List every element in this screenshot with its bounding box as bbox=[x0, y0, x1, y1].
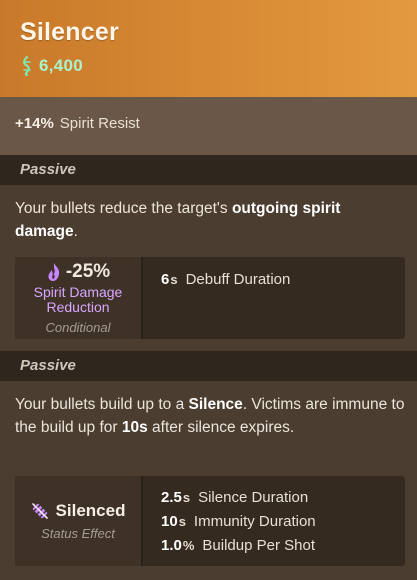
effect-properties: 6s Debuff Duration bbox=[161, 268, 290, 292]
silenced-icon bbox=[31, 503, 48, 519]
property-unit: s bbox=[170, 272, 178, 287]
spirit-flame-icon bbox=[48, 263, 59, 281]
effect-value-row: -25% bbox=[46, 261, 110, 283]
effect-properties: 2.5s Silence Duration 10s Immunity Duratio… bbox=[161, 486, 316, 558]
property-unit: s bbox=[182, 490, 191, 505]
property-label: Silence Duration bbox=[198, 489, 309, 506]
effect-name: Silenced bbox=[55, 501, 126, 520]
item-tooltip: Silencer 6,400 +14% Spirit Resist Passive… bbox=[0, 0, 417, 580]
desc-text: after silence expires. bbox=[147, 419, 295, 436]
passive-effect-box-1: -25% Spirit Damage Reduction Conditional… bbox=[15, 257, 405, 339]
property-value: 10 bbox=[161, 513, 178, 530]
desc-highlight: Silence bbox=[188, 396, 243, 413]
price-value: 6,400 bbox=[39, 56, 84, 75]
item-title: Silencer bbox=[20, 18, 119, 46]
desc-text: . bbox=[73, 223, 78, 240]
property-unit: s bbox=[178, 514, 186, 529]
stat-spirit-resist: +14% Spirit Resist bbox=[15, 115, 140, 132]
effect-panel: -25% Spirit Damage Reduction Conditional bbox=[15, 257, 143, 339]
property-silence-duration: 2.5s Silence Duration bbox=[161, 486, 316, 510]
passive-header-1: Passive bbox=[0, 155, 417, 185]
item-header: Silencer 6,400 bbox=[0, 0, 417, 97]
passive-description-2: Your bullets build up to a Silence. Vict… bbox=[15, 393, 405, 439]
effect-panel: Silenced Status Effect bbox=[15, 476, 143, 566]
desc-text: Your bullets build up to a bbox=[15, 396, 189, 413]
property-debuff-duration: 6s Debuff Duration bbox=[161, 268, 290, 292]
property-immunity-duration: 10s Immunity Duration bbox=[161, 510, 316, 534]
stat-row: +14% Spirit Resist bbox=[0, 97, 417, 155]
souls-icon bbox=[23, 56, 31, 76]
passive-header-2: Passive bbox=[0, 351, 417, 381]
property-buildup-per-shot: 1.0% Buildup Per Shot bbox=[161, 534, 316, 558]
stat-label: Spirit Resist bbox=[59, 115, 140, 132]
passive-label: Passive bbox=[20, 161, 76, 178]
property-label: Buildup Per Shot bbox=[202, 537, 315, 554]
property-label: Immunity Duration bbox=[193, 513, 316, 530]
effect-value-row: Silenced bbox=[31, 501, 126, 521]
effect-name: Spirit Damage Reduction bbox=[33, 284, 123, 315]
property-value: 2.5 bbox=[161, 489, 182, 506]
effect-tag: Status Effect bbox=[41, 526, 115, 541]
property-value: 1.0 bbox=[161, 537, 182, 554]
desc-highlight: 10s bbox=[121, 419, 148, 436]
passive-description-1: Your bullets reduce the target's outgoin… bbox=[15, 197, 405, 243]
property-label: Debuff Duration bbox=[185, 271, 291, 288]
stat-value: +14% bbox=[15, 115, 54, 132]
effect-value: -25% bbox=[65, 261, 111, 282]
passive-label: Passive bbox=[20, 357, 76, 374]
item-price: 6,400 bbox=[20, 56, 83, 76]
effect-tag: Conditional bbox=[45, 320, 111, 335]
desc-text: Your bullets reduce the target's bbox=[15, 200, 232, 217]
property-unit: % bbox=[182, 538, 195, 553]
passive-effect-box-2: Silenced Status Effect 2.5s Silence Durat… bbox=[15, 476, 405, 566]
property-value: 6 bbox=[161, 271, 170, 288]
